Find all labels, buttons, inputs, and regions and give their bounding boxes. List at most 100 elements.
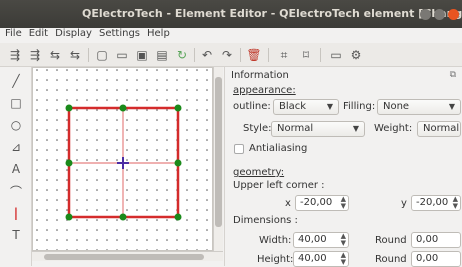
vertical-scrollbar[interactable] bbox=[213, 67, 223, 251]
close-button[interactable] bbox=[448, 9, 459, 20]
round-height-value: 0,00 bbox=[416, 253, 439, 264]
x-spinbox[interactable]: -20,00 ▲ ▼ bbox=[295, 195, 349, 211]
minimize-button[interactable] bbox=[420, 9, 431, 20]
chevron-down-icon: ▼ bbox=[448, 102, 455, 111]
undo-icon[interactable]: ↶ bbox=[198, 46, 216, 64]
x-label: x bbox=[285, 198, 291, 209]
resize-handle[interactable] bbox=[174, 104, 182, 112]
filling-value: None bbox=[383, 101, 410, 112]
canvas-svg[interactable] bbox=[33, 68, 213, 251]
rectangle-tool-icon[interactable]: □ bbox=[6, 93, 26, 113]
polygon-tool-icon[interactable]: ⊿ bbox=[6, 137, 26, 157]
settings-icon[interactable]: ⚙ bbox=[347, 46, 365, 64]
spin-arrows-icon[interactable]: ▲ ▼ bbox=[341, 233, 346, 247]
appearance-label: appearance: bbox=[233, 85, 296, 96]
round-height-label: Round : bbox=[375, 254, 414, 265]
parts-toolbar: ╱ □ ○ ⊿ A ⌒ | T bbox=[0, 67, 32, 266]
horizontal-scroll-thumb[interactable] bbox=[44, 254, 204, 260]
reload-icon[interactable]: ↻ bbox=[173, 46, 191, 64]
outline-value: Black bbox=[279, 101, 307, 112]
align-icon[interactable]: ⇶ bbox=[6, 46, 24, 64]
x-value: -20,00 bbox=[300, 197, 333, 208]
toolbar: ⇶ ⇶ ⇆ ⇆ ▢ ▭ ▣ ▤ ↻ ↶ ↷ 🗑 ⌗ ⌑ ▭ ⚙ bbox=[0, 43, 462, 67]
ellipse-tool-icon[interactable]: ○ bbox=[6, 115, 26, 135]
new-icon[interactable]: ▢ bbox=[93, 46, 111, 64]
round-width-spinbox[interactable]: 0,00 bbox=[411, 232, 461, 248]
filling-select[interactable]: None ▼ bbox=[377, 99, 461, 115]
weight-label: Weight: bbox=[374, 123, 413, 134]
resize-handle[interactable] bbox=[65, 213, 73, 221]
style-value: Normal bbox=[277, 123, 314, 134]
open-icon[interactable]: ▭ bbox=[113, 46, 131, 64]
chevron-down-icon: ▼ bbox=[352, 124, 359, 133]
flip-2-icon[interactable]: ⇆ bbox=[66, 46, 84, 64]
height-spinbox[interactable]: 40,00 ▲ ▼ bbox=[293, 251, 349, 267]
toolbar-separator bbox=[88, 48, 89, 62]
chevron-down-icon: ▼ bbox=[326, 102, 333, 111]
weight-value: Normal bbox=[423, 123, 460, 134]
height-value: 40,00 bbox=[298, 253, 327, 264]
toolbar-separator bbox=[194, 48, 195, 62]
width-spinbox[interactable]: 40,00 ▲ ▼ bbox=[293, 232, 349, 248]
menu-file[interactable]: File bbox=[5, 28, 22, 43]
width-label: Width: bbox=[259, 235, 292, 246]
spin-arrows-icon[interactable]: ▲ ▼ bbox=[453, 196, 458, 210]
horizontal-scrollbar[interactable] bbox=[32, 251, 223, 261]
zoom-reset-icon[interactable]: ⌑ bbox=[297, 46, 315, 64]
vertical-scroll-thumb[interactable] bbox=[215, 77, 222, 227]
weight-select[interactable]: Normal bbox=[417, 121, 461, 137]
save-icon[interactable]: ▣ bbox=[133, 46, 151, 64]
round-width-value: 0,00 bbox=[416, 234, 439, 245]
spin-arrows-icon[interactable]: ▲ ▼ bbox=[341, 196, 346, 210]
antialiasing-label: Antialiasing bbox=[249, 143, 308, 154]
redo-icon[interactable]: ↷ bbox=[218, 46, 236, 64]
dimensions-label: Dimensions : bbox=[233, 215, 298, 226]
text-tool-icon[interactable]: A bbox=[6, 159, 26, 179]
menu-bar: File Edit Display Settings Help bbox=[0, 28, 462, 43]
y-spinbox[interactable]: -20,00 ▲ ▼ bbox=[411, 195, 461, 211]
float-panel-icon[interactable]: ⧉ bbox=[450, 70, 456, 80]
toolbar-separator bbox=[320, 48, 321, 62]
upper-left-corner-label: Upper left corner : bbox=[233, 180, 325, 191]
menu-edit[interactable]: Edit bbox=[29, 28, 48, 43]
terminal-tool-icon[interactable]: | bbox=[6, 203, 26, 223]
delete-icon[interactable]: 🗑 bbox=[245, 46, 263, 64]
outline-select[interactable]: Black ▼ bbox=[273, 99, 339, 115]
toolbar-separator bbox=[240, 48, 241, 62]
spin-arrows-icon[interactable]: ▲ ▼ bbox=[341, 252, 346, 266]
geometry-label: geometry: bbox=[233, 167, 285, 178]
dynamic-text-tool-icon[interactable]: T bbox=[6, 225, 26, 245]
align-2-icon[interactable]: ⇶ bbox=[26, 46, 44, 64]
comment-icon[interactable]: ▭ bbox=[327, 46, 345, 64]
resize-handle[interactable] bbox=[174, 159, 182, 167]
window-title: QElectroTech - Element Editor - QElectro… bbox=[82, 7, 462, 20]
resize-handle[interactable] bbox=[65, 159, 73, 167]
line-tool-icon[interactable]: ╱ bbox=[6, 71, 26, 91]
menu-help[interactable]: Help bbox=[147, 28, 170, 43]
resize-handle[interactable] bbox=[65, 104, 73, 112]
filling-label: Filling: bbox=[343, 101, 376, 112]
resize-handle[interactable] bbox=[174, 213, 182, 221]
panel-header: Information bbox=[231, 70, 289, 81]
maximize-button[interactable] bbox=[434, 9, 445, 20]
flip-icon[interactable]: ⇆ bbox=[46, 46, 64, 64]
style-select[interactable]: Normal ▼ bbox=[271, 121, 365, 137]
style-label: Style: bbox=[243, 123, 272, 134]
resize-handle[interactable] bbox=[119, 104, 127, 112]
zoom-fit-icon[interactable]: ⌗ bbox=[275, 46, 293, 64]
antialiasing-checkbox[interactable] bbox=[234, 144, 244, 154]
menu-display[interactable]: Display bbox=[55, 28, 92, 43]
resize-handle[interactable] bbox=[119, 213, 127, 221]
drawing-canvas[interactable] bbox=[32, 67, 213, 251]
save-as-icon[interactable]: ▤ bbox=[153, 46, 171, 64]
toolbar-separator bbox=[268, 48, 269, 62]
y-label: y bbox=[401, 198, 407, 209]
height-label: Height: bbox=[257, 254, 294, 265]
round-width-label: Round : bbox=[375, 235, 414, 246]
round-height-spinbox[interactable]: 0,00 bbox=[411, 251, 461, 267]
title-bar: QElectroTech - Element Editor - QElectro… bbox=[0, 0, 462, 28]
width-value: 40,00 bbox=[298, 234, 327, 245]
menu-settings[interactable]: Settings bbox=[99, 28, 140, 43]
arc-tool-icon[interactable]: ⌒ bbox=[6, 181, 26, 201]
information-panel: Information ⧉ appearance: outline: Black… bbox=[224, 67, 462, 267]
